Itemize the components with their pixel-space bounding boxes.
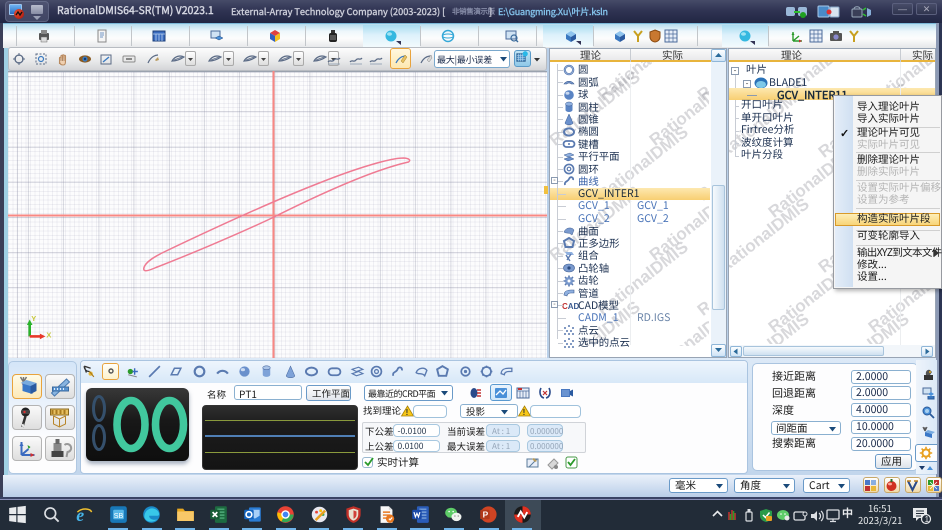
svg-text:Y: Y	[31, 314, 36, 323]
svg-text:1: 1	[925, 515, 930, 524]
svg-text:P: P	[483, 510, 489, 520]
svg-text:!: !	[406, 408, 409, 417]
svg-text:CAD: CAD	[562, 302, 580, 311]
svg-text:SB: SB	[113, 512, 123, 520]
svg-text:X: X	[46, 331, 51, 340]
svg-text:!: !	[523, 408, 526, 417]
svg-text:e: e	[76, 505, 84, 525]
